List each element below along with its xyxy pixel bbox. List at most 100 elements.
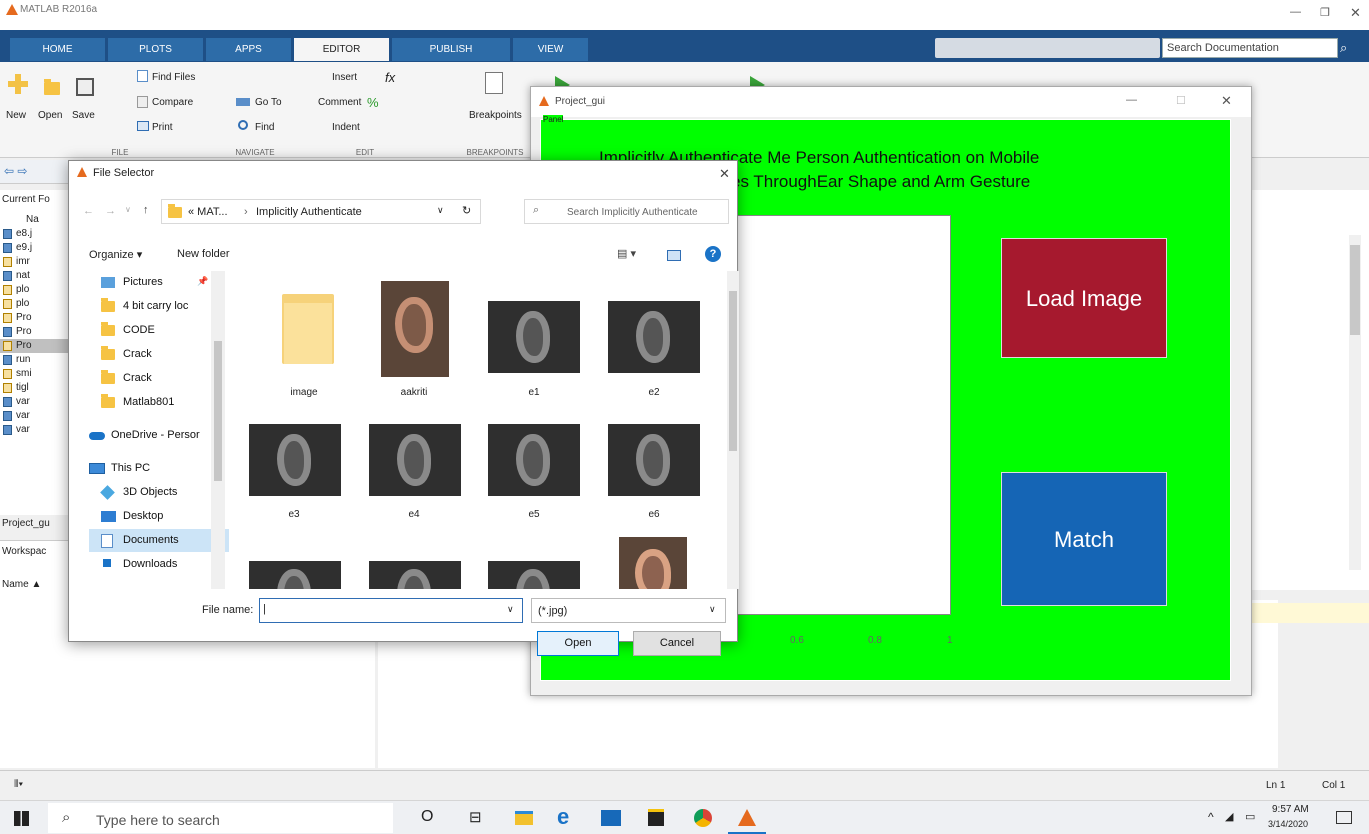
task-view-icon[interactable]: ⊟ xyxy=(469,808,482,826)
partial-thumbnail[interactable] xyxy=(249,561,341,589)
tab-apps[interactable]: APPS xyxy=(206,38,291,61)
tab-home[interactable]: HOME xyxy=(10,38,105,61)
nav-item-onedrive[interactable]: OneDrive - Persor xyxy=(89,424,200,447)
scrollbar-thumb[interactable] xyxy=(1350,245,1360,335)
matlab-taskbar-icon[interactable] xyxy=(738,809,756,826)
percent-icon[interactable]: % xyxy=(367,95,379,110)
find-button[interactable]: Find xyxy=(255,122,274,133)
mail-icon[interactable] xyxy=(601,810,621,826)
notification-icon[interactable] xyxy=(1336,811,1352,824)
partial-thumbnail[interactable] xyxy=(619,537,687,589)
file-name-dropdown-icon[interactable]: ∨ xyxy=(507,604,514,615)
nav-scrollbar-thumb[interactable] xyxy=(214,341,222,481)
tab-publish[interactable]: PUBLISH xyxy=(392,38,510,61)
restore-icon[interactable]: ❐ xyxy=(1320,6,1330,19)
list-item[interactable]: e9.j xyxy=(3,241,32,255)
address-dropdown-icon[interactable]: ∨ xyxy=(437,205,444,216)
indent-button[interactable]: Indent xyxy=(332,122,360,133)
address-bar[interactable]: « MAT... › Implicitly Authenticate ∨ ↻ xyxy=(161,199,481,224)
print-button[interactable]: Print xyxy=(152,122,173,133)
goto-button[interactable]: Go To xyxy=(255,97,282,108)
gui-close-icon[interactable]: ✕ xyxy=(1221,93,1232,109)
store-icon[interactable] xyxy=(648,809,664,826)
nav-item-downloads[interactable]: Downloads xyxy=(101,553,177,567)
right-scrollbar[interactable] xyxy=(1349,235,1361,570)
list-item[interactable]: run xyxy=(3,353,30,367)
load-image-button[interactable]: Load Image xyxy=(1001,238,1167,358)
folder-item-image[interactable]: image xyxy=(249,279,359,399)
image-item-e1[interactable]: e1 xyxy=(484,279,594,399)
new-folder-button[interactable]: New folder xyxy=(177,248,230,260)
file-explorer-icon[interactable] xyxy=(515,811,533,825)
partial-thumbnail[interactable] xyxy=(488,561,580,589)
search-documentation-input[interactable]: Search Documentation xyxy=(1162,38,1338,58)
network-icon[interactable]: ◢ xyxy=(1225,810,1233,823)
edge-icon[interactable]: e xyxy=(557,804,569,830)
tab-plots[interactable]: PLOTS xyxy=(108,38,203,61)
nav-item-folder[interactable]: CODE xyxy=(101,319,155,342)
nav-forward-icon[interactable]: → xyxy=(105,205,116,217)
find-files-button[interactable]: Find Files xyxy=(152,72,195,83)
nav-item-pictures[interactable]: Pictures xyxy=(101,271,163,294)
list-item[interactable]: tigl xyxy=(3,381,29,395)
nav-scrollbar[interactable] xyxy=(211,271,225,589)
chrome-icon[interactable] xyxy=(694,809,712,827)
file-type-select[interactable]: (*.jpg) ∨ xyxy=(531,598,726,623)
nav-item-folder[interactable]: Crack xyxy=(101,367,152,390)
file-grid-scrollbar[interactable] xyxy=(727,271,739,589)
fx-icon[interactable]: fx xyxy=(385,70,395,85)
list-item[interactable]: smi xyxy=(3,367,32,381)
minimize-icon[interactable]: — xyxy=(1290,6,1301,18)
nav-back-icon[interactable]: ← xyxy=(83,205,94,217)
nav-item-folder[interactable]: Matlab801 xyxy=(101,391,174,414)
help-icon[interactable]: ? xyxy=(705,246,721,262)
search-icon[interactable]: ⌕ xyxy=(1340,40,1347,56)
nav-item-documents[interactable]: Documents xyxy=(89,529,229,552)
tab-view[interactable]: VIEW xyxy=(513,38,588,61)
close-icon[interactable]: ✕ xyxy=(1350,5,1361,21)
dialog-close-icon[interactable]: ✕ xyxy=(719,166,730,182)
gui-maximize-icon[interactable]: ☐ xyxy=(1176,94,1186,107)
view-options-icon[interactable]: ▤ ▾ xyxy=(617,247,636,260)
compare-button[interactable]: Compare xyxy=(152,97,193,108)
list-item[interactable]: imr xyxy=(3,255,30,269)
breakpoints-button[interactable]: Breakpoints xyxy=(465,70,525,130)
image-item-e3[interactable]: e3 xyxy=(249,414,359,534)
windows-start-icon[interactable] xyxy=(14,811,29,826)
image-item-e6[interactable]: e6 xyxy=(604,414,714,534)
file-grid-scrollbar-thumb[interactable] xyxy=(729,291,737,451)
list-item[interactable]: plo xyxy=(3,283,29,297)
battery-icon[interactable]: ▭ xyxy=(1245,810,1255,823)
partial-thumbnail[interactable] xyxy=(369,561,461,589)
preview-pane-icon[interactable] xyxy=(667,250,681,261)
image-item-e2[interactable]: e2 xyxy=(604,279,714,399)
list-item[interactable]: nat xyxy=(3,269,30,283)
image-item-aakriti[interactable]: aakriti xyxy=(369,279,479,399)
nav-item-folder[interactable]: 4 bit carry loc xyxy=(101,295,188,318)
tab-editor[interactable]: EDITOR xyxy=(294,38,389,61)
cortana-icon[interactable]: O xyxy=(421,808,433,826)
match-button[interactable]: Match xyxy=(1001,472,1167,606)
list-item[interactable]: var xyxy=(3,409,30,423)
nav-recent-icon[interactable]: ∨ xyxy=(125,205,131,214)
new-button[interactable]: New xyxy=(4,70,34,130)
refresh-icon[interactable]: ↻ xyxy=(462,204,471,217)
list-item[interactable]: plo xyxy=(3,297,29,311)
nav-up-icon[interactable]: ↑ xyxy=(143,204,149,216)
list-item[interactable]: e8.j xyxy=(3,227,32,241)
insert-button[interactable]: Insert xyxy=(332,72,357,83)
organize-button[interactable]: Organize ▾ xyxy=(89,248,142,261)
clock-date[interactable]: 3/14/2020 xyxy=(1268,819,1308,829)
comment-button[interactable]: Comment xyxy=(318,97,361,108)
dialog-search-input[interactable]: ⌕ Search Implicitly Authenticate xyxy=(524,199,729,224)
list-item-selected[interactable]: Pro xyxy=(0,339,70,353)
gui-minimize-icon[interactable]: — xyxy=(1126,94,1137,106)
image-item-e4[interactable]: e4 xyxy=(369,414,479,534)
cancel-button[interactable]: Cancel xyxy=(633,631,721,656)
list-item[interactable]: var xyxy=(3,395,30,409)
open-file-button[interactable]: Open xyxy=(537,631,619,656)
back-forward-icon[interactable]: ⇦ ⇨ xyxy=(4,164,27,178)
list-item[interactable]: var xyxy=(3,423,30,437)
save-button[interactable]: Save xyxy=(70,70,100,130)
file-name-input[interactable]: | ∨ xyxy=(259,598,523,623)
